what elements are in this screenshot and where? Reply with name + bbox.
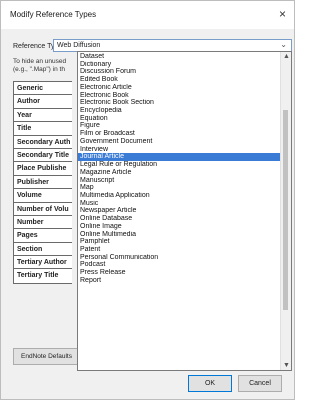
dropdown-option[interactable]: Music	[78, 200, 282, 208]
dropdown-option[interactable]: Online Database	[78, 215, 282, 223]
dropdown-option[interactable]: Figure	[78, 122, 282, 130]
field-title[interactable]: Title	[14, 122, 72, 136]
dropdown-option[interactable]: Personal Communication	[78, 254, 282, 262]
dropdown-option[interactable]: Edited Book	[78, 76, 282, 84]
scroll-up-icon[interactable]: ▲	[283, 53, 290, 60]
reference-type-value: Web Diffusion	[57, 42, 101, 49]
field-section[interactable]: Section	[14, 243, 72, 257]
field-tertiary-title[interactable]: Tertiary Title	[14, 269, 72, 282]
dropdown-option[interactable]: Film or Broadcast	[78, 130, 282, 138]
dropdown-option[interactable]: Discussion Forum	[78, 68, 282, 76]
field-number-of-volumes[interactable]: Number of Volu	[14, 203, 72, 216]
close-icon[interactable]: ×	[279, 7, 286, 21]
dropdown-option[interactable]: Journal Article	[78, 153, 282, 162]
field-list: Generic Author Year Title Secondary Auth…	[13, 81, 72, 284]
field-tertiary-author[interactable]: Tertiary Author	[14, 256, 72, 270]
dropdown-option[interactable]: Government Document	[78, 138, 282, 146]
chevron-down-icon: ⌄	[280, 40, 287, 49]
dropdown-option[interactable]: Online Multimedia	[78, 231, 282, 239]
ok-button[interactable]: OK	[188, 375, 232, 392]
dropdown-option[interactable]: Equation	[78, 115, 282, 123]
field-place-published[interactable]: Place Publishe	[14, 162, 72, 176]
modify-reference-types-dialog: Modify Reference Types × Reference Type:…	[0, 0, 295, 400]
dropdown-option[interactable]: Encyclopedia	[78, 107, 282, 115]
field-author[interactable]: Author	[14, 95, 72, 109]
scroll-down-icon[interactable]: ▼	[283, 362, 290, 369]
field-number[interactable]: Number	[14, 216, 72, 230]
field-generic[interactable]: Generic	[14, 82, 72, 96]
dropdown-options: Dataset Dictionary Discussion Forum Edited …	[78, 53, 282, 285]
field-publisher[interactable]: Publisher	[14, 176, 72, 190]
dropdown-option[interactable]: Dataset	[78, 53, 282, 61]
dropdown-option[interactable]: Dictionary	[78, 61, 282, 69]
dropdown-option[interactable]: Press Release	[78, 269, 282, 277]
dropdown-option[interactable]: Online Image	[78, 223, 282, 231]
cancel-button[interactable]: Cancel	[238, 375, 282, 392]
hint-line-2: (e.g., ".Map") in th	[13, 66, 65, 73]
scroll-thumb[interactable]	[283, 110, 288, 310]
dropdown-option[interactable]: Electronic Article	[78, 84, 282, 92]
dropdown-option[interactable]: Podcast	[78, 261, 282, 269]
reference-type-dropdown-list[interactable]: Dataset Dictionary Discussion Forum Edited …	[77, 51, 292, 371]
dropdown-option[interactable]: Legal Rule or Regulation	[78, 161, 282, 169]
dropdown-option[interactable]: Map	[78, 184, 282, 192]
dropdown-option[interactable]: Report	[78, 277, 282, 285]
dropdown-option[interactable]: Newspaper Article	[78, 207, 282, 215]
field-secondary-author[interactable]: Secondary Auth	[14, 136, 72, 149]
window-title: Modify Reference Types	[10, 10, 97, 19]
field-volume[interactable]: Volume	[14, 189, 72, 203]
hint-line-1: To hide an unused	[13, 58, 67, 65]
field-year[interactable]: Year	[14, 109, 72, 123]
dropdown-option[interactable]: Multimedia Application	[78, 192, 282, 200]
dropdown-option[interactable]: Manuscript	[78, 177, 282, 185]
dropdown-option[interactable]: Pamphlet	[78, 238, 282, 246]
title-bar: Modify Reference Types ×	[1, 1, 294, 29]
dropdown-option[interactable]: Interview	[78, 146, 282, 154]
dropdown-scrollbar[interactable]: ▲ ▼	[280, 52, 291, 370]
field-pages[interactable]: Pages	[14, 229, 72, 243]
endnote-defaults-button[interactable]: EndNote Defaults	[13, 348, 83, 365]
dropdown-option[interactable]: Magazine Article	[78, 169, 282, 177]
field-secondary-title[interactable]: Secondary Title	[14, 149, 72, 163]
dropdown-option[interactable]: Electronic Book	[78, 92, 282, 100]
dropdown-option[interactable]: Patent	[78, 246, 282, 254]
dropdown-option[interactable]: Electronic Book Section	[78, 99, 282, 107]
